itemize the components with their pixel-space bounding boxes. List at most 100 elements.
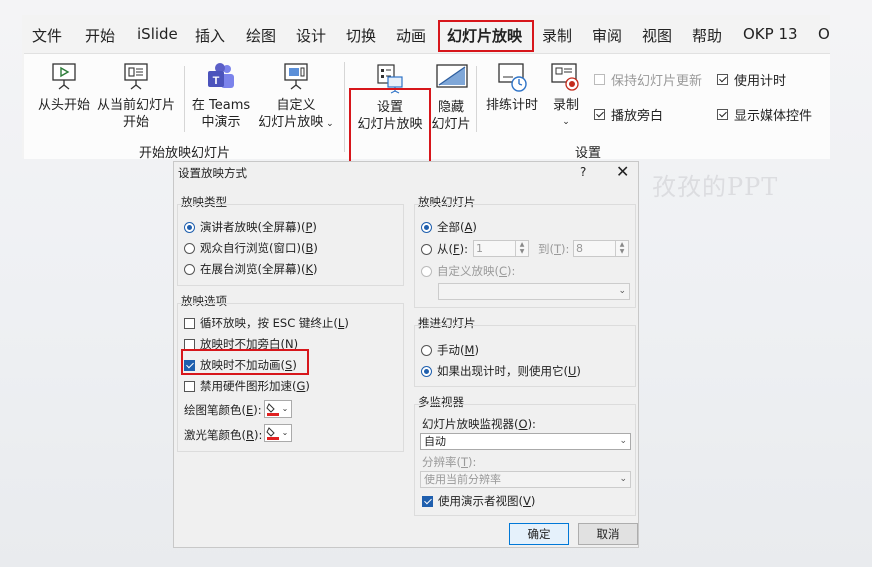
from-beginning-label: 从头开始: [37, 98, 90, 113]
tab-record[interactable]: 录制: [542, 25, 572, 46]
checkbox-box: [422, 495, 433, 507]
loop-label: 循环放映，按 ESC 键终止(L): [200, 316, 349, 330]
teams-icon: T: [208, 63, 234, 88]
from-current-label-2: 开始: [122, 115, 149, 130]
rehearse-timings-button[interactable]: 排练计时: [480, 62, 544, 132]
record-button[interactable]: 录制 ⌄: [544, 62, 588, 142]
tab-draw[interactable]: 绘图: [246, 25, 276, 46]
radio-individual[interactable]: 观众自行浏览(窗口)(B): [184, 240, 318, 256]
presenter-view-checkbox[interactable]: 使用演示者视图(V): [422, 493, 535, 509]
radio-circle: [184, 242, 195, 254]
hide-slide-button[interactable]: 隐藏 幻灯片: [429, 62, 473, 134]
show-media-controls-label: 显示媒体控件: [734, 109, 813, 124]
disable-hw-accel-checkbox[interactable]: 禁用硬件图形加速(G): [184, 378, 310, 394]
resolution-field-label: 分辨率(T):: [422, 455, 477, 469]
paint-bucket-icon: ⌄: [266, 427, 288, 440]
tab-overflow[interactable]: O: [818, 25, 830, 43]
separator: [476, 66, 477, 132]
radio-circle: [421, 221, 432, 233]
to-slide-spinner[interactable]: 8 ▲ ▼: [573, 240, 629, 257]
monitor-value: 自动: [424, 435, 446, 448]
play-narrations-checkbox[interactable]: 播放旁白: [594, 105, 663, 124]
loop-checkbox[interactable]: 循环放映，按 ESC 键终止(L): [184, 315, 349, 331]
chevron-down-icon: ⌄: [619, 436, 627, 446]
close-button[interactable]: ✕: [616, 162, 629, 181]
laser-color-text: 激光笔颜色(: [184, 428, 246, 442]
tab-help[interactable]: 帮助: [692, 25, 722, 46]
disable-hw-key: G: [296, 379, 306, 393]
checkbox-box: [717, 74, 728, 85]
laser-color-label: 激光笔颜色(R):: [184, 428, 263, 442]
custom-slide-show-button[interactable]: 自定义 幻灯片放映 ⌄: [256, 62, 336, 132]
radio-individual-key: B: [305, 241, 314, 255]
tab-review[interactable]: 审阅: [592, 25, 622, 46]
radio-all-slides[interactable]: 全部(A): [421, 219, 477, 235]
chevron-down-icon: ⌄: [618, 286, 626, 296]
svg-text:⌄: ⌄: [282, 404, 289, 413]
tab-design[interactable]: 设计: [296, 25, 326, 46]
radio-use-timings[interactable]: 如果出现计时，则使用它(U): [421, 363, 581, 379]
monitor-dropdown[interactable]: 自动 ⌄: [420, 433, 631, 450]
from-current-slide-button[interactable]: 从当前幻灯片 开始: [96, 62, 176, 132]
group-separator: [344, 62, 345, 152]
from-value: 1: [476, 242, 483, 255]
presenter-view-text: 使用演示者视图(: [438, 494, 523, 508]
from-current-label-1: 从当前幻灯片: [96, 98, 175, 113]
tab-home[interactable]: 开始: [85, 25, 115, 46]
presenter-view-key: V: [523, 494, 531, 508]
spinner-arrows-icon[interactable]: ▲ ▼: [515, 241, 528, 256]
paint-bucket-icon: ⌄: [266, 403, 289, 416]
tab-transitions[interactable]: 切换: [346, 25, 376, 46]
to-label: 到(T):: [538, 242, 570, 256]
from-label: 从(F):: [437, 242, 468, 256]
pen-color-picker[interactable]: ⌄: [264, 400, 292, 418]
manual-key: M: [464, 343, 475, 357]
setup-group-label: 设置: [575, 146, 602, 161]
radio-custom-show[interactable]: 自定义放映(C):: [421, 263, 515, 279]
rehearse-label: 排练计时: [485, 98, 538, 113]
radio-kiosk-text: 在展台浏览(全屏幕)(: [200, 262, 306, 276]
custom-show-dropdown[interactable]: ⌄: [438, 283, 630, 300]
radio-manual[interactable]: 手动(M): [421, 342, 479, 358]
custom-label-1: 自定义: [276, 98, 316, 113]
to-text: 到(: [538, 242, 554, 256]
keep-slides-updated-checkbox[interactable]: 保持幻灯片更新: [594, 70, 702, 89]
radio-presenter-label: 演讲者放映(全屏幕)(P): [200, 220, 317, 234]
from-beginning-button[interactable]: 从头开始: [34, 62, 94, 132]
hide-label-1: 隐藏: [437, 100, 464, 115]
stopwatch-icon: [498, 63, 527, 92]
tab-file[interactable]: 文件: [32, 25, 62, 46]
resolution-dropdown[interactable]: 使用当前分辨率 ⌄: [420, 471, 631, 488]
from-slide-spinner[interactable]: 1 ▲ ▼: [473, 240, 529, 257]
ok-button[interactable]: 确定: [509, 523, 569, 545]
presenter-view-label: 使用演示者视图(V): [438, 494, 536, 508]
custom-label-2: 幻灯片放映 ⌄: [256, 115, 336, 132]
setup-show-dialog: 设置放映方式 ? ✕ 放映类型 演讲者放映(全屏幕)(P) 观众自行浏览(窗口)…: [173, 161, 639, 548]
ribbon-panel: 从头开始 从当前幻灯片 开始 T 在 Teams 中演示 自定义 幻灯片放映 ⌄…: [24, 53, 830, 180]
radio-circle: [421, 344, 432, 356]
tab-okp[interactable]: OKP 13: [743, 25, 798, 43]
ribbon-tab-bar: 文件 开始 iSlide 插入 绘图 设计 切换 动画 幻灯片放映 录制 审阅 …: [22, 15, 830, 53]
tab-insert[interactable]: 插入: [195, 25, 225, 46]
radio-presenter[interactable]: 演讲者放映(全屏幕)(P): [184, 219, 317, 235]
cancel-button[interactable]: 取消: [578, 523, 638, 545]
radio-presenter-key: P: [305, 220, 313, 234]
use-timings-checkbox[interactable]: 使用计时: [717, 70, 786, 89]
help-button[interactable]: ?: [580, 165, 586, 179]
tab-islide[interactable]: iSlide: [137, 25, 178, 43]
show-media-controls-checkbox[interactable]: 显示媒体控件: [717, 105, 812, 124]
present-in-teams-button[interactable]: T 在 Teams 中演示: [188, 62, 254, 132]
tab-view[interactable]: 视图: [642, 25, 672, 46]
checkbox-box: [184, 317, 195, 329]
radio-circle: [421, 365, 432, 377]
tab-animations[interactable]: 动画: [396, 25, 426, 46]
resolution-key: T: [461, 455, 469, 469]
no-animation-highlight: [181, 349, 309, 375]
spinner-arrows-icon[interactable]: ▲ ▼: [615, 241, 628, 256]
loop-text: 循环放映，按 ESC 键终止(: [200, 316, 338, 330]
radio-from-slide[interactable]: 从(F):: [421, 241, 468, 257]
laser-color-picker[interactable]: ⌄: [264, 424, 292, 442]
chevron-down-icon: ⌄: [323, 119, 334, 129]
radio-kiosk[interactable]: 在展台浏览(全屏幕)(K): [184, 261, 318, 277]
chevron-down-icon: ⌄: [619, 474, 627, 484]
